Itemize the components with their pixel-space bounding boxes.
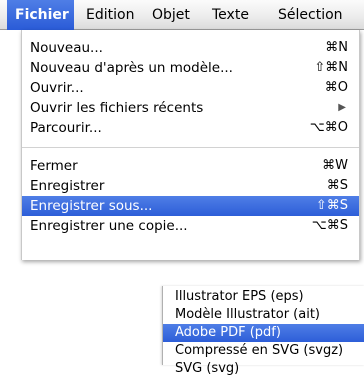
menu-item-enregistrer-copie[interactable]: Enregistrer une copie... ⌥⌘S — [22, 216, 359, 236]
menu-separator — [22, 147, 359, 148]
shortcut: ⌘N — [325, 40, 348, 55]
menu-item-nouveau[interactable]: Nouveau... ⌘N — [22, 38, 359, 58]
menu-item-ouvrir[interactable]: Ouvrir... ⌘O — [22, 78, 359, 98]
menu-item-fermer[interactable]: Fermer ⌘W — [22, 156, 359, 176]
menu-item-enregistrer-sous[interactable]: Enregistrer sous... ⇧⌘S — [22, 196, 359, 216]
shortcut: ⌘O — [324, 80, 348, 95]
menu-item-label: Ouvrir... — [30, 80, 84, 96]
menu-item-nouveau-modele[interactable]: Nouveau d'après un modèle... ⇧⌘N — [22, 58, 359, 78]
shortcut: ⌘W — [322, 158, 348, 173]
format-item-ait[interactable]: Modèle Illustrator (ait) — [163, 306, 364, 324]
triangle-right-icon: ▶ — [338, 102, 346, 113]
shortcut: ⇧⌘N — [314, 60, 348, 75]
format-item-pdf[interactable]: Adobe PDF (pdf) — [163, 324, 364, 342]
format-item-label: Adobe PDF (pdf) — [175, 325, 281, 340]
format-item-svgz[interactable]: Compressé en SVG (svgz) — [163, 342, 364, 360]
menu-item-parcourir[interactable]: Parcourir... ⌥⌘O — [22, 118, 359, 138]
menu-item-label: Fermer — [30, 158, 78, 174]
menu-item-enregistrer[interactable]: Enregistrer ⌘S — [22, 176, 359, 196]
format-item-svg[interactable]: SVG (svg) — [163, 360, 364, 378]
menu-item-label: Enregistrer sous... — [30, 198, 153, 214]
menu-item-label: Nouveau d'après un modèle... — [30, 60, 233, 76]
menu-item-label: Parcourir... — [30, 120, 102, 136]
menu-objet[interactable]: Objet — [144, 0, 198, 30]
menu-item-ouvrir-recents[interactable]: Ouvrir les fichiers récents ▶ — [22, 98, 359, 118]
format-item-label: Compressé en SVG (svgz) — [175, 343, 344, 358]
menu-item-label: Ouvrir les fichiers récents — [30, 100, 204, 116]
menu-selection[interactable]: Sélection — [270, 0, 351, 30]
shortcut: ⌘S — [326, 178, 348, 193]
shortcut: ⌥⌘S — [311, 218, 348, 233]
format-item-label: Modèle Illustrator (ait) — [175, 307, 320, 322]
menu-item-label: Enregistrer — [30, 178, 105, 194]
format-item-label: Illustrator EPS (eps) — [175, 289, 304, 304]
shortcut: ⌥⌘O — [309, 120, 348, 135]
shortcut: ⇧⌘S — [315, 198, 348, 213]
menu-bar: Fichier Edition Objet Texte Sélection — [0, 0, 364, 30]
file-menu-dropdown: Nouveau... ⌘N Nouveau d'après un modèle.… — [21, 30, 360, 260]
menu-edition[interactable]: Edition — [78, 0, 142, 30]
menu-texte[interactable]: Texte — [204, 0, 257, 30]
save-format-submenu: Illustrator EPS (eps) Modèle Illustrator… — [162, 286, 364, 376]
menu-item-label: Enregistrer une copie... — [30, 218, 188, 234]
format-item-label: SVG (svg) — [175, 361, 240, 376]
menu-fichier[interactable]: Fichier — [7, 0, 74, 30]
format-item-eps[interactable]: Illustrator EPS (eps) — [163, 288, 364, 306]
menu-item-label: Nouveau... — [30, 40, 103, 56]
